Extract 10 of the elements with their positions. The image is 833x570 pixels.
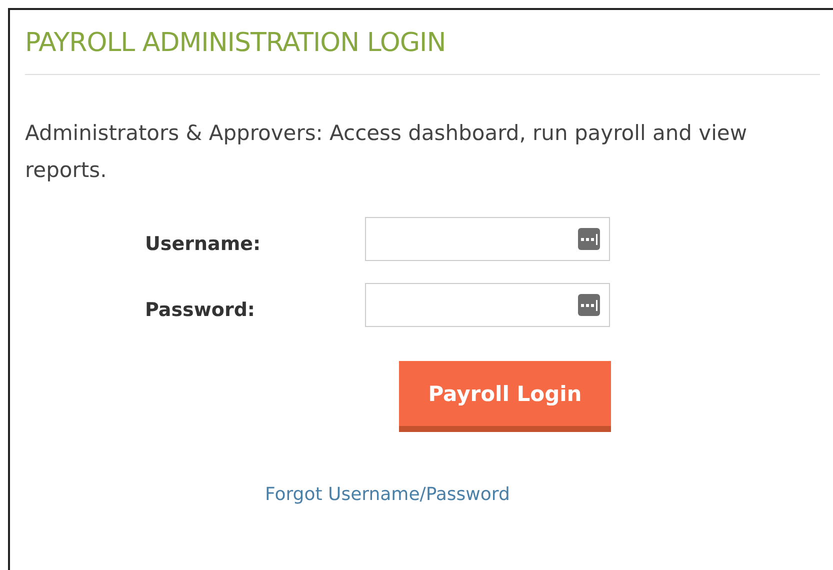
password-manager-icon[interactable] <box>578 228 600 250</box>
password-manager-icon[interactable] <box>578 294 600 316</box>
field-label: Password: <box>145 298 256 321</box>
password-field[interactable] <box>365 283 610 327</box>
username-field[interactable] <box>365 217 610 261</box>
login-button[interactable]: Payroll Login <box>399 361 611 432</box>
page-title: PAYROLL ADMINISTRATION LOGIN <box>25 28 447 58</box>
forgot-link[interactable]: Forgot Username/Password <box>265 484 510 505</box>
intro-text: Administrators & Approvers: Access dashboard, run payroll and view reports. <box>25 120 748 184</box>
field-label: Username: <box>145 232 262 255</box>
